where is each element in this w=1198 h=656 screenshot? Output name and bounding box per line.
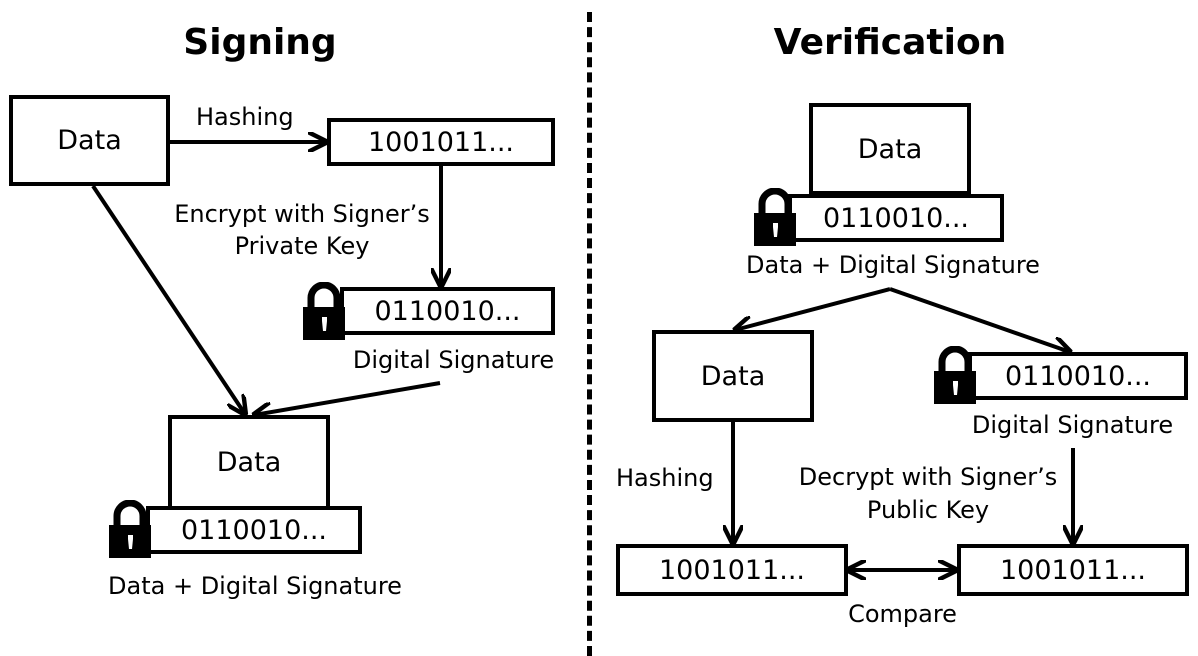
verify-signature-label: Digital Signature <box>971 411 1174 439</box>
signing-combined-data-box: Data <box>168 415 330 510</box>
verify-hash-box-right: 1001011... <box>957 544 1189 596</box>
verify-combined-data-box: Data <box>809 103 971 195</box>
signing-signature-box: 0110010... <box>340 287 555 335</box>
signing-hashing-label: Hashing <box>196 103 294 131</box>
signing-encrypt-label-line2: Private Key <box>234 232 370 260</box>
signing-combined-signature-box: 0110010... <box>146 506 362 554</box>
verify-combined-label: Data + Digital Signature <box>746 251 1040 279</box>
lock-icon <box>754 188 796 246</box>
verify-signature-box: 0110010... <box>968 352 1188 400</box>
verify-compare-label: Compare <box>848 600 957 628</box>
signing-encrypt-label-line1: Encrypt with Signer’s <box>174 200 430 228</box>
verify-hashing-label: Hashing <box>616 464 714 492</box>
verify-split-right-arrow <box>889 287 1070 352</box>
verify-split-left-arrow <box>735 287 891 330</box>
lock-icon <box>109 500 151 558</box>
signing-hash-box: 1001011... <box>327 118 555 166</box>
verify-combined-signature-box: 0110010... <box>788 194 1004 242</box>
verify-decrypt-label-line1: Decrypt with Signer’s <box>798 463 1058 491</box>
signing-combined-label: Data + Digital Signature <box>108 572 402 600</box>
signing-data-box: Data <box>9 95 170 186</box>
lock-icon <box>934 346 976 404</box>
verify-decrypt-label-line2: Public Key <box>866 496 990 524</box>
verify-data-box: Data <box>652 330 814 422</box>
lock-icon <box>303 282 345 340</box>
signing-signature-to-combined-arrow <box>254 381 441 415</box>
verify-hash-box-left: 1001011... <box>616 544 848 596</box>
signing-signature-label: Digital Signature <box>352 346 555 374</box>
